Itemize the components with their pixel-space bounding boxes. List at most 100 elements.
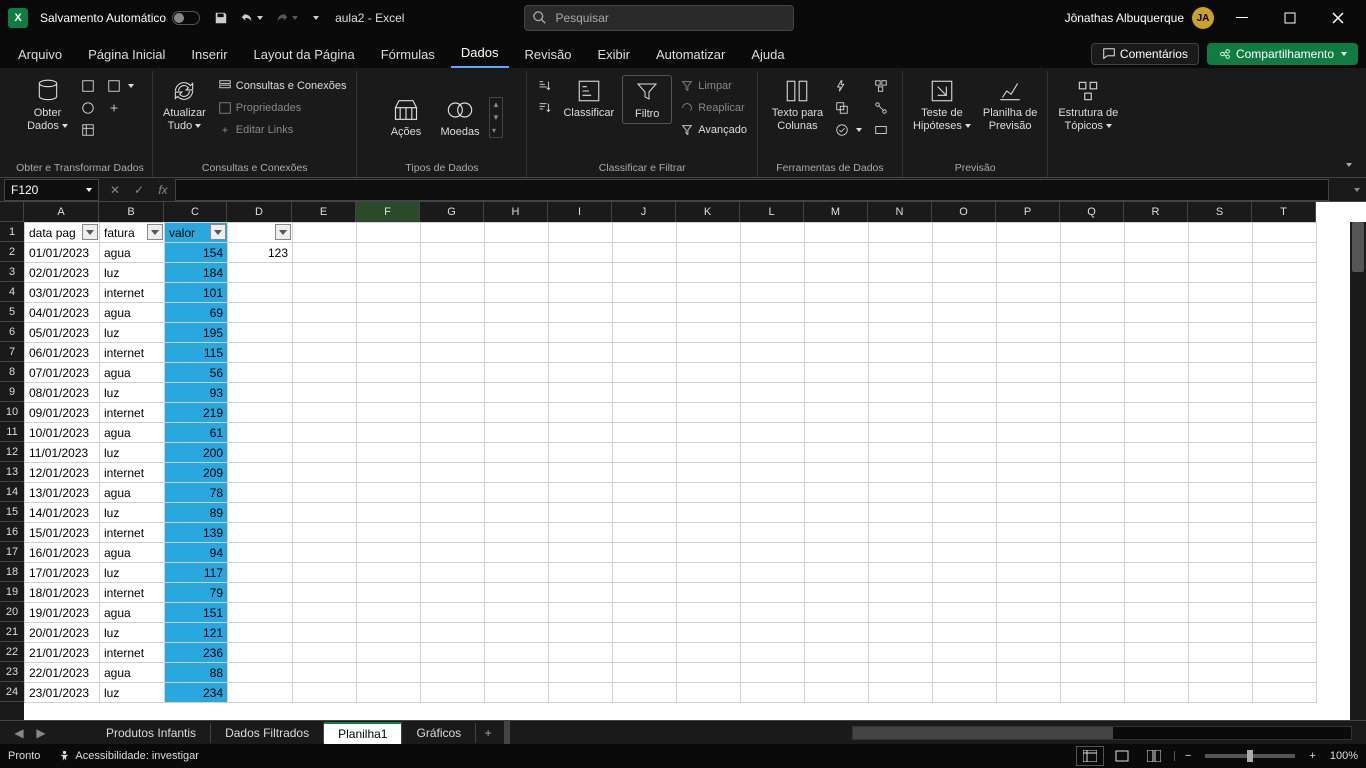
recent-sources-button[interactable] (103, 75, 138, 97)
add-sheet-button[interactable]: + (476, 726, 500, 740)
cell[interactable] (357, 303, 421, 323)
cell[interactable] (805, 683, 869, 703)
cell[interactable] (805, 323, 869, 343)
cell[interactable] (869, 623, 933, 643)
cell[interactable] (1189, 663, 1253, 683)
grid-body[interactable]: data pagfaturavalor01/01/2023agua1541230… (24, 222, 1317, 720)
cell[interactable] (1061, 683, 1125, 703)
cell[interactable] (677, 383, 741, 403)
cell[interactable] (933, 623, 997, 643)
cell-b20[interactable]: agua (100, 603, 165, 623)
cell[interactable] (613, 223, 677, 243)
cell[interactable] (677, 363, 741, 383)
cell[interactable] (549, 683, 613, 703)
cell-c6[interactable]: 195 (165, 323, 228, 343)
cell[interactable] (997, 623, 1061, 643)
cell[interactable] (357, 623, 421, 643)
cell[interactable] (485, 543, 549, 563)
cell[interactable] (549, 363, 613, 383)
cell[interactable] (421, 283, 485, 303)
cell[interactable] (677, 603, 741, 623)
cell[interactable] (613, 263, 677, 283)
cell[interactable] (613, 243, 677, 263)
column-header-A[interactable]: A (24, 202, 99, 222)
cell-c9[interactable]: 93 (165, 383, 228, 403)
clear-filter-button[interactable]: Limpar (676, 75, 751, 97)
cell[interactable] (997, 463, 1061, 483)
cell-a3[interactable]: 02/01/2023 (25, 263, 100, 283)
cell[interactable] (357, 283, 421, 303)
cell[interactable] (421, 463, 485, 483)
cell[interactable] (1061, 383, 1125, 403)
cell[interactable] (805, 543, 869, 563)
cell[interactable] (357, 223, 421, 243)
cell[interactable] (549, 503, 613, 523)
cell[interactable] (869, 663, 933, 683)
sheet-nav-next[interactable]: ▶ (30, 726, 52, 740)
cell-a11[interactable]: 10/01/2023 (25, 423, 100, 443)
cell[interactable] (421, 523, 485, 543)
cell-b4[interactable]: internet (100, 283, 165, 303)
cell-a21[interactable]: 20/01/2023 (25, 623, 100, 643)
cell[interactable] (549, 483, 613, 503)
cell-c16[interactable]: 139 (165, 523, 228, 543)
cell-d5[interactable] (228, 303, 293, 323)
cell[interactable] (549, 223, 613, 243)
cell-c11[interactable]: 61 (165, 423, 228, 443)
cell[interactable] (485, 323, 549, 343)
cell-c18[interactable]: 117 (165, 563, 228, 583)
cell-d18[interactable] (228, 563, 293, 583)
cell[interactable] (485, 403, 549, 423)
cell[interactable] (1061, 243, 1125, 263)
cell[interactable] (293, 463, 357, 483)
column-header-G[interactable]: G (420, 202, 484, 222)
cell-d14[interactable] (228, 483, 293, 503)
cell[interactable] (1189, 223, 1253, 243)
cell[interactable] (357, 543, 421, 563)
cell-b13[interactable]: internet (100, 463, 165, 483)
cell[interactable] (1125, 403, 1189, 423)
advanced-filter-button[interactable]: Avançado (676, 119, 751, 141)
cell[interactable] (805, 563, 869, 583)
from-web-button[interactable] (77, 97, 99, 119)
fx-button[interactable]: fx (151, 179, 175, 201)
cell-d23[interactable] (228, 663, 293, 683)
column-header-C[interactable]: C (164, 202, 227, 222)
header-cell-b[interactable]: fatura (100, 223, 165, 243)
chevron-down-icon[interactable] (83, 183, 92, 197)
column-header-H[interactable]: H (484, 202, 548, 222)
cell[interactable] (997, 243, 1061, 263)
zoom-in-button[interactable]: + (1305, 750, 1319, 762)
cell[interactable] (421, 643, 485, 663)
row-header-18[interactable]: 18 (0, 562, 24, 582)
cell[interactable] (1061, 523, 1125, 543)
cell[interactable] (1253, 323, 1317, 343)
cell-a10[interactable]: 09/01/2023 (25, 403, 100, 423)
cell[interactable] (613, 443, 677, 463)
column-header-K[interactable]: K (676, 202, 740, 222)
cell[interactable] (741, 423, 805, 443)
cell[interactable] (677, 463, 741, 483)
cell[interactable] (357, 503, 421, 523)
cell[interactable] (613, 463, 677, 483)
cell[interactable] (613, 543, 677, 563)
cell[interactable] (293, 663, 357, 683)
flash-fill-button[interactable] (831, 75, 866, 97)
cell[interactable] (1061, 223, 1125, 243)
cell-a18[interactable]: 17/01/2023 (25, 563, 100, 583)
row-header-24[interactable]: 24 (0, 682, 24, 702)
cell[interactable] (613, 583, 677, 603)
sheet-tab-dados-filtrados[interactable]: Dados Filtrados (211, 723, 324, 743)
cell[interactable] (933, 443, 997, 463)
sheet-tab-planilha1[interactable]: Planilha1 (324, 722, 402, 744)
formula-input[interactable] (175, 179, 1329, 201)
cell[interactable] (549, 603, 613, 623)
row-header-19[interactable]: 19 (0, 582, 24, 602)
header-cell-d[interactable] (228, 223, 293, 243)
cell[interactable] (933, 643, 997, 663)
cell[interactable] (1125, 683, 1189, 703)
cell[interactable] (1061, 463, 1125, 483)
cell[interactable] (421, 603, 485, 623)
cell[interactable] (741, 523, 805, 543)
cell[interactable] (1061, 443, 1125, 463)
